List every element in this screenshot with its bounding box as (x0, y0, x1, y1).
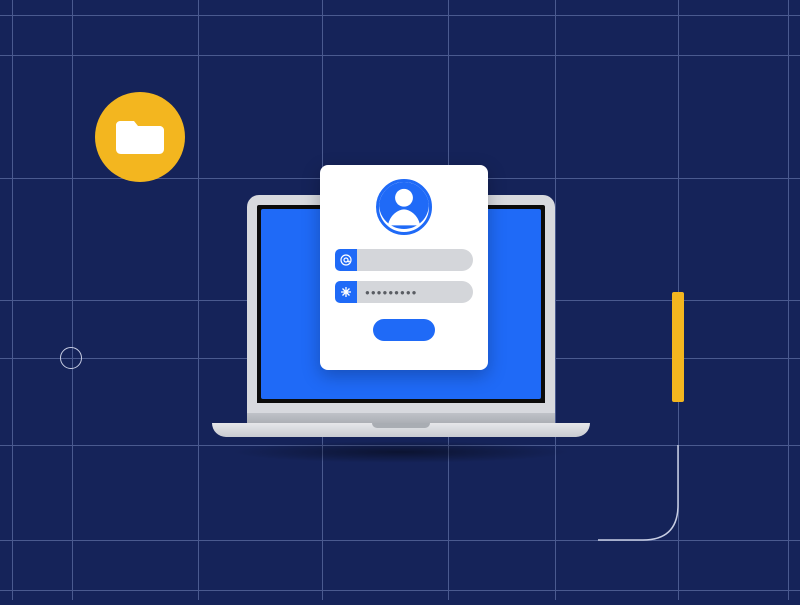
password-field[interactable]: ●●●●●●●●● (335, 281, 473, 303)
email-field[interactable] (335, 249, 473, 271)
login-card: ●●●●●●●●● (320, 165, 488, 370)
email-input[interactable] (357, 249, 473, 271)
folder-icon (116, 115, 164, 160)
at-icon (335, 249, 357, 271)
user-avatar-icon (376, 179, 432, 235)
submit-button[interactable] (373, 319, 435, 341)
circle-decoration-icon (60, 347, 82, 369)
asterisk-icon (335, 281, 357, 303)
laptop-base (212, 423, 590, 437)
folder-badge (95, 92, 185, 182)
password-input[interactable]: ●●●●●●●●● (357, 281, 473, 303)
laptop-hinge (247, 413, 555, 423)
accent-bar-icon (672, 292, 684, 402)
laptop-shadow (231, 441, 571, 463)
connector-curve-icon (598, 445, 758, 605)
